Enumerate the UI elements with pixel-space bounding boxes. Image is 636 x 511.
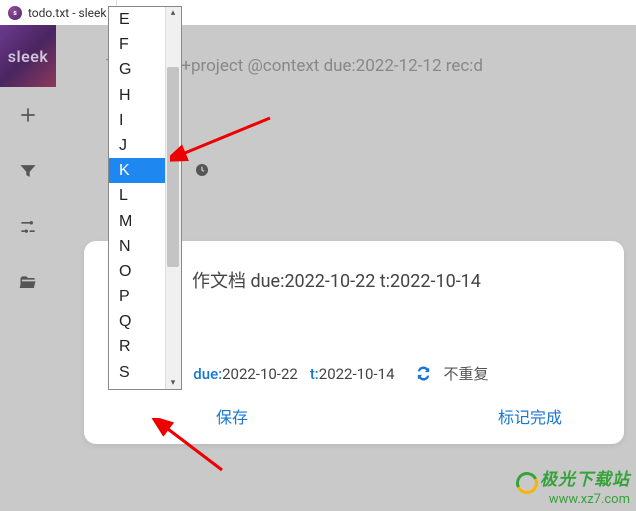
filter-icon xyxy=(18,161,38,181)
scroll-down-arrow[interactable]: ▾ xyxy=(168,378,178,388)
repeat-label[interactable]: 不重复 xyxy=(444,363,489,384)
task-2-text: 作文档 due:2022-10-22 t:2022-10-14 xyxy=(108,267,604,293)
due-field[interactable]: due:2022-10-22 xyxy=(193,365,298,383)
clock-icon xyxy=(194,162,210,178)
watermark: 极光下载站 www.xz7.com xyxy=(516,465,630,507)
scroll-up-arrow[interactable]: ▴ xyxy=(168,8,178,18)
priority-dropdown[interactable]: EFGHIJKLMNOPQRSTU ▴ ▾ xyxy=(108,6,182,390)
action-buttons: 保存 标记完成 xyxy=(108,384,604,430)
add-button[interactable] xyxy=(0,87,56,143)
window-tab[interactable]: s todo.txt - sleek xyxy=(0,0,117,25)
mark-done-button[interactable]: 标记完成 xyxy=(498,404,562,428)
threshold-field[interactable]: t:2022-10-14 xyxy=(310,365,395,383)
folder-open-icon xyxy=(18,273,38,293)
sliders-icon xyxy=(18,217,38,237)
folder-button[interactable] xyxy=(0,255,56,311)
scroll-thumb[interactable] xyxy=(167,67,179,267)
repeat-icon[interactable] xyxy=(415,365,432,382)
plus-icon xyxy=(18,105,38,125)
tab-bar: s todo.txt - sleek xyxy=(0,0,636,25)
settings-button[interactable] xyxy=(0,199,56,255)
save-button[interactable]: 保存 xyxy=(216,404,248,428)
tab-title: todo.txt - sleek xyxy=(28,6,106,20)
dropdown-scrollbar[interactable]: ▴ ▾ xyxy=(165,7,181,389)
sidebar: sleek xyxy=(0,25,56,511)
task-meta-row: A due:2022-10-22 t:2022-10-14 不重复 xyxy=(108,363,604,384)
app-icon: s xyxy=(8,6,22,20)
logo: sleek xyxy=(0,25,56,87)
filter-button[interactable] xyxy=(0,143,56,199)
